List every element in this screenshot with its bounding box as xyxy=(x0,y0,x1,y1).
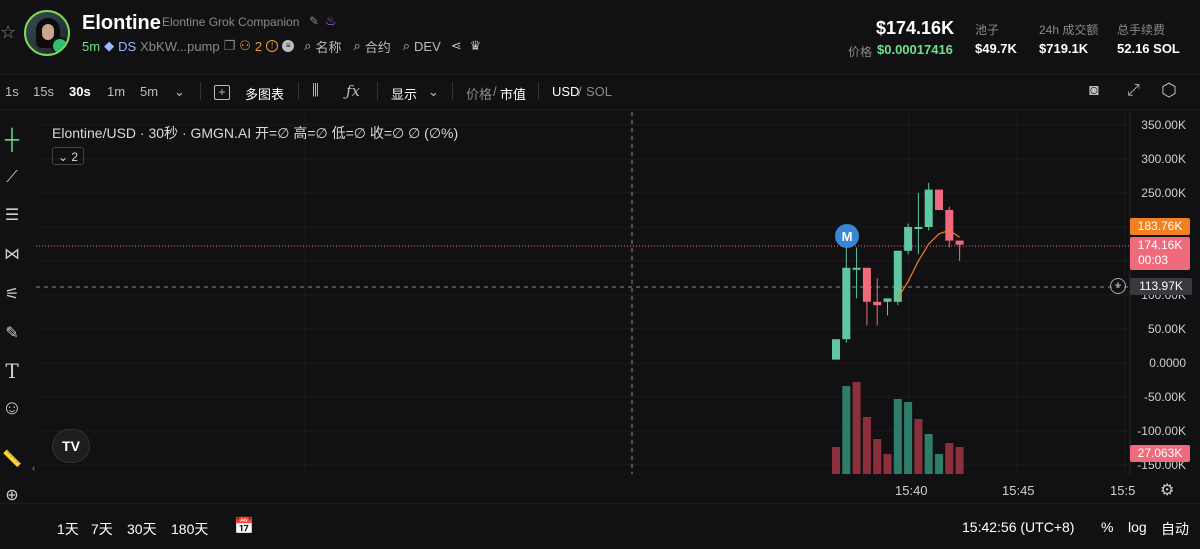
candle-body xyxy=(862,267,871,302)
y-tick-label: -100.00K xyxy=(1137,424,1186,438)
volume-bar xyxy=(842,386,851,474)
volume-bar xyxy=(883,454,892,474)
candle-body xyxy=(852,267,861,270)
candle-body xyxy=(955,240,964,245)
y-tick-label: 50.00K xyxy=(1147,322,1186,336)
range-30d[interactable]: 30天 xyxy=(127,519,157,539)
indicator-count: 2 xyxy=(71,150,79,164)
countdown: 00:03 xyxy=(1138,253,1169,267)
candle-body xyxy=(914,227,923,229)
x-tick-label: 15:40 xyxy=(895,483,928,498)
current-price: 174.16K xyxy=(1137,238,1183,252)
auto-toggle[interactable]: 自动 xyxy=(1161,519,1189,539)
volume-bar xyxy=(862,417,871,474)
volume-bar xyxy=(935,454,943,474)
x-tick-label: 15:5 xyxy=(1110,483,1136,498)
candle-body xyxy=(883,298,892,302)
volume-bar xyxy=(904,402,913,474)
y-tick-label: 300.00K xyxy=(1141,152,1186,166)
high-line-price-tag: 183.76K xyxy=(1130,218,1190,235)
log-toggle[interactable]: log xyxy=(1128,519,1147,535)
y-tick-label: 250.00K xyxy=(1141,186,1186,200)
chart-time: 15:42:56 (UTC+8) xyxy=(962,519,1075,535)
tradingview-logo[interactable]: TV xyxy=(52,429,90,463)
volume-bar xyxy=(873,439,882,474)
volume-bar xyxy=(852,382,861,474)
chart-legend: Elontine/USD · 30秒 · GMGN.AI 开=∅ 高=∅ 低=∅… xyxy=(52,125,459,141)
crosshair-price-tag: 113.97K xyxy=(1130,278,1192,295)
y-tick-label: 350.00K xyxy=(1141,118,1186,132)
indicator-collapse-button[interactable]: ⌄ 2 xyxy=(52,147,84,165)
volume-bar xyxy=(893,399,902,474)
volume-bar xyxy=(832,447,840,474)
candle-body xyxy=(935,189,943,210)
volume-bar xyxy=(914,419,923,474)
y-tick-label: -50.00K xyxy=(1143,390,1186,404)
candlestick-chart[interactable]: M xyxy=(0,0,1200,549)
volume-bar xyxy=(924,434,933,474)
axis-settings-icon[interactable]: ⚙ xyxy=(1160,480,1174,500)
candle-body xyxy=(842,267,851,340)
range-7d[interactable]: 7天 xyxy=(91,519,113,539)
candle-body xyxy=(924,189,933,227)
candle-body xyxy=(945,210,954,241)
add-alert-icon[interactable]: + xyxy=(1110,278,1126,294)
range-180d[interactable]: 180天 xyxy=(171,519,208,539)
volume-tag: 27.063K xyxy=(1130,445,1190,462)
calendar-icon[interactable]: 📅 xyxy=(234,516,254,536)
volume-bar xyxy=(945,443,954,474)
percent-toggle[interactable]: % xyxy=(1101,519,1113,535)
migration-marker-label: M xyxy=(842,229,853,244)
current-price-tag: 174.16K 00:03 xyxy=(1130,237,1190,270)
y-tick-label: 0.0000 xyxy=(1149,356,1186,370)
volume-bar xyxy=(955,447,964,474)
x-tick-label: 15:45 xyxy=(1002,483,1035,498)
candle-body xyxy=(873,301,882,306)
candle-body xyxy=(832,339,840,360)
candle-body xyxy=(904,227,913,251)
range-1d[interactable]: 1天 xyxy=(57,519,79,539)
